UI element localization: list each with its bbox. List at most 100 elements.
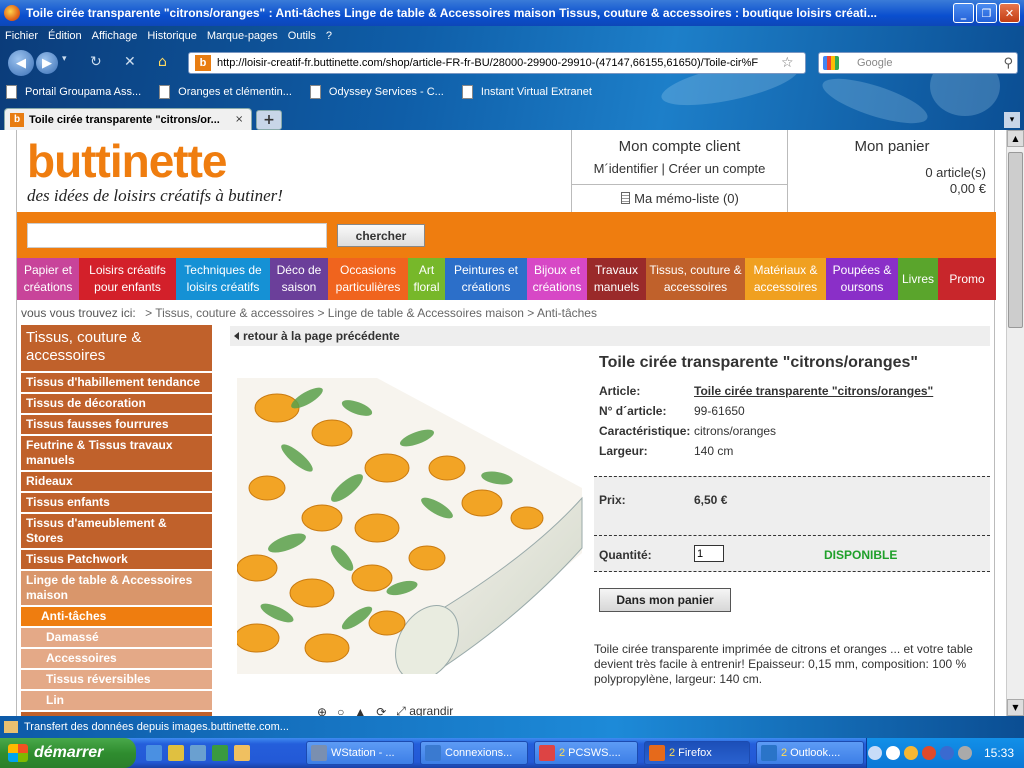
category-tab[interactable]: Déco de saison <box>270 258 328 300</box>
quantity-input[interactable] <box>694 545 724 562</box>
left-menu-item[interactable]: Damassé <box>21 628 212 647</box>
history-dropdown-icon[interactable]: ▾ <box>62 54 67 64</box>
search-icon[interactable]: ⚲ <box>1003 56 1013 71</box>
menu-affichage[interactable]: Affichage <box>87 28 143 46</box>
google-icon[interactable] <box>823 56 839 70</box>
category-tab[interactable]: Livres <box>898 258 938 300</box>
site-search-input[interactable] <box>27 223 327 248</box>
category-tab[interactable]: Matériaux & accessoires <box>745 258 826 300</box>
circle-icon[interactable]: ○ <box>337 705 344 717</box>
left-menu-item[interactable]: Rideaux <box>21 472 212 491</box>
tray-app-icon[interactable] <box>957 746 972 760</box>
left-menu-item[interactable]: Tissus de décoration <box>21 394 212 413</box>
home-icon[interactable]: ⌂ <box>158 54 167 70</box>
breadcrumb-path[interactable]: > Tissus, couture & accessoires > Linge … <box>145 306 597 320</box>
scroll-up-icon[interactable]: ▲ <box>1007 130 1024 147</box>
minimize-button[interactable]: _ <box>953 3 974 23</box>
memo-list-link[interactable]: Ma mémo-liste (0) <box>572 184 788 212</box>
category-tab[interactable]: Poupées & oursons <box>826 258 898 300</box>
bookmark-item[interactable]: Portail Groupama Ass... <box>6 82 141 102</box>
add-to-cart-button[interactable]: Dans mon panier <box>599 588 731 612</box>
url-text[interactable]: http://loisir-creatif-fr.buttinette.com/… <box>217 57 777 69</box>
left-menu-item[interactable]: Tissus d'ameublement & Stores <box>21 514 212 548</box>
spec-value-link[interactable]: Toile cirée transparente "citrons/orange… <box>694 384 933 398</box>
left-menu-item[interactable]: Lin <box>21 691 212 710</box>
category-tab[interactable]: Papier et créations <box>17 258 79 300</box>
excel-icon[interactable] <box>212 745 228 761</box>
left-menu-item[interactable]: Tissus réversibles <box>21 670 212 689</box>
left-menu-item[interactable]: Tissus Patchwork <box>21 550 212 569</box>
vertical-scrollbar[interactable]: ▲ ▼ <box>1006 130 1024 716</box>
app-icon[interactable] <box>168 745 184 761</box>
left-menu-heading[interactable]: Tissus, couture & accessoires <box>21 325 212 371</box>
back-arrow-icon[interactable]: ◀ <box>8 50 34 76</box>
category-tab[interactable]: Bijoux et créations <box>527 258 587 300</box>
forward-arrow-icon[interactable]: ▶ <box>36 52 58 74</box>
left-menu-item[interactable]: Tissus d'habillement tendance <box>21 373 212 392</box>
product-image[interactable] <box>237 378 585 674</box>
category-tab[interactable]: Techniques de loisirs créatifs <box>176 258 270 300</box>
left-menu-item[interactable]: Tissus fausses fourrures <box>21 415 212 434</box>
scroll-thumb[interactable] <box>1008 152 1023 328</box>
menu-edition[interactable]: Édition <box>43 28 87 46</box>
bookmark-item[interactable]: Instant Virtual Extranet <box>461 82 592 102</box>
category-tab[interactable]: Tissus, couture & accessoires <box>646 258 745 300</box>
taskbar-button[interactable]: 2 Firefox <box>644 741 750 765</box>
menu-historique[interactable]: Historique <box>142 28 202 46</box>
site-logo[interactable]: buttinette des idées de loisirs créatifs… <box>27 138 283 206</box>
left-menu-item[interactable]: Accessoires <box>21 649 212 668</box>
tray-app-icon[interactable] <box>885 746 900 760</box>
app-icon[interactable] <box>190 745 206 761</box>
category-tab[interactable]: Travaux manuels <box>587 258 646 300</box>
cart-panel[interactable]: Mon panier 0 article(s) 0,00 € <box>787 130 996 212</box>
scroll-down-icon[interactable]: ▼ <box>1007 699 1024 716</box>
back-link[interactable]: retour à la page précédente <box>230 326 990 346</box>
tray-app-icon[interactable] <box>939 746 954 760</box>
category-tab[interactable]: Art floral <box>408 258 445 300</box>
menu-marque-pages[interactable]: Marque-pages <box>202 28 283 46</box>
taskbar-button[interactable]: 2 Outlook.... <box>756 741 864 765</box>
start-button[interactable]: démarrer <box>0 738 136 768</box>
bookmark-item[interactable]: Oranges et clémentin... <box>159 82 292 102</box>
maximize-button[interactable]: ❐ <box>976 3 997 23</box>
ie-icon[interactable] <box>146 745 162 761</box>
tray-app-icon[interactable] <box>921 746 936 760</box>
menu-help[interactable]: ? <box>321 28 337 46</box>
zoom-icon[interactable]: ⊕ <box>317 705 327 717</box>
taskbar-button[interactable]: Connexions... <box>420 741 528 765</box>
close-button[interactable]: ✕ <box>999 3 1020 23</box>
taskbar-button[interactable]: WStation - ... <box>306 741 414 765</box>
new-tab-button[interactable]: + <box>256 110 282 130</box>
category-tab[interactable]: Peintures et créations <box>445 258 527 300</box>
left-menu-item[interactable]: Feutrine & Tissus travaux manuels <box>21 436 212 470</box>
bookmark-item[interactable]: Odyssey Services - C... <box>309 82 444 102</box>
address-bar[interactable]: b http://loisir-creatif-fr.buttinette.co… <box>188 52 806 74</box>
search-button[interactable]: chercher <box>337 224 425 247</box>
category-tab[interactable]: Occasions particulières <box>328 258 408 300</box>
tab-list-icon[interactable]: ▾ <box>1004 112 1020 128</box>
login-link[interactable]: M´identifier <box>594 161 658 176</box>
bookmark-star-icon[interactable]: ☆ <box>781 55 794 71</box>
reload-icon[interactable]: ↻ <box>90 54 102 70</box>
arrow-up-icon[interactable]: ▲ <box>354 705 366 717</box>
menu-fichier[interactable]: Fichier <box>0 28 43 46</box>
tab-active[interactable]: b Toile cirée transparente "citrons/or..… <box>4 108 252 130</box>
search-engine-box[interactable]: Google ⚲ <box>818 52 1018 74</box>
category-tab[interactable]: Promo <box>938 258 996 300</box>
enlarge-link[interactable]: ⤢ agrandir <box>396 704 453 716</box>
create-account-link[interactable]: Créer un compte <box>669 161 766 176</box>
category-tab[interactable]: Loisirs créatifs pour enfants <box>79 258 176 300</box>
stop-icon[interactable]: ✕ <box>124 54 136 70</box>
rotate-icon[interactable]: ⟳ <box>376 705 386 717</box>
left-menu-item[interactable]: Linge de table & Accessoires maison <box>21 571 212 605</box>
account-heading[interactable]: Mon compte client <box>572 138 787 155</box>
taskbar-button[interactable]: 2 PCSWS.... <box>534 741 638 765</box>
left-menu-item[interactable]: Tissus enfants <box>21 493 212 512</box>
tab-close-icon[interactable]: × <box>235 114 243 125</box>
menu-outils[interactable]: Outils <box>283 28 321 46</box>
price-row: Prix: 6,50 € <box>594 476 990 536</box>
tray-app-icon[interactable] <box>903 746 918 760</box>
tray-expand-icon[interactable] <box>867 746 882 760</box>
left-menu-item[interactable]: Anti-tâches <box>21 607 212 626</box>
folder-icon[interactable] <box>234 745 250 761</box>
